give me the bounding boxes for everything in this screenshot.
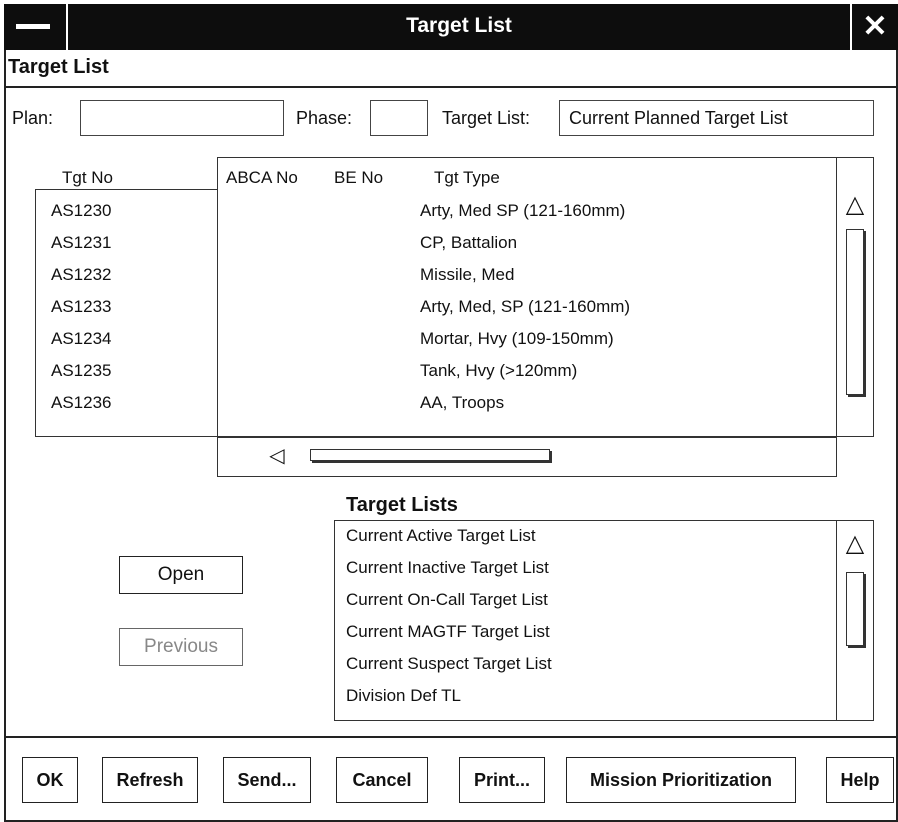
vertical-scroll-thumb[interactable] (846, 229, 864, 395)
table-row[interactable]: AS1235 Tank, Hvy (>120mm) (36, 360, 836, 392)
tgt-no-cell: AS1233 (51, 297, 112, 316)
section-title: Target List (8, 56, 109, 78)
list-item[interactable]: Current MAGTF Target List (346, 621, 826, 653)
target-list-label: Target List: (442, 108, 531, 128)
col-header-be-no[interactable]: BE No (334, 168, 383, 188)
table-row[interactable]: AS1236 AA, Troops (36, 392, 836, 424)
tgt-no-cell: AS1230 (51, 201, 112, 220)
col-header-tgt-type[interactable]: Tgt Type (434, 168, 500, 188)
tgt-no-cell: AS1236 (51, 393, 112, 412)
close-icon[interactable]: ✕ (850, 4, 898, 50)
scroll-up-icon[interactable]: △ (838, 192, 872, 218)
lists-scroll-up-icon[interactable]: △ (838, 531, 872, 557)
tgt-type-cell: AA, Troops (420, 393, 505, 412)
col-header-tgt-no[interactable]: Tgt No (62, 168, 113, 188)
list-item[interactable]: Current On-Call Target List (346, 589, 826, 621)
tgt-no-cell: AS1232 (51, 265, 112, 284)
cancel-button[interactable]: Cancel (336, 757, 428, 803)
tgt-type-cell: Mortar, Hvy (109-150mm) (420, 329, 614, 348)
window-title: Target List (406, 14, 512, 37)
open-button[interactable]: Open (119, 556, 243, 594)
phase-input[interactable] (370, 100, 428, 136)
plan-label: Plan: (12, 108, 54, 128)
list-item[interactable]: Current Inactive Target List (346, 557, 826, 589)
table-row[interactable]: AS1232 Missile, Med (36, 264, 836, 296)
send-button[interactable]: Send... (223, 757, 311, 803)
target-lists-title: Target Lists (346, 494, 458, 516)
target-list-field[interactable]: Current Planned Target List (559, 100, 874, 136)
col-header-abca-no[interactable]: ABCA No (226, 168, 298, 188)
previous-button[interactable]: Previous (119, 628, 243, 666)
list-item[interactable]: Division Def TL (346, 685, 826, 717)
horizontal-scroll-thumb[interactable] (310, 449, 550, 461)
tgt-type-cell: Arty, Med, SP (121-160mm) (420, 297, 631, 316)
tgt-no-cell: AS1231 (51, 233, 112, 252)
tgt-type-cell: Tank, Hvy (>120mm) (420, 361, 578, 380)
tgt-type-cell: Arty, Med SP (121-160mm) (420, 201, 626, 220)
help-button[interactable]: Help (826, 757, 894, 803)
table-row[interactable]: AS1234 Mortar, Hvy (109-150mm) (36, 328, 836, 360)
refresh-button[interactable]: Refresh (102, 757, 198, 803)
table-row[interactable]: AS1233 Arty, Med, SP (121-160mm) (36, 296, 836, 328)
window-menu-icon[interactable] (6, 4, 68, 50)
table-body: AS1230 Arty, Med SP (121-160mm) AS1231 C… (36, 200, 836, 424)
footer-divider (4, 736, 898, 738)
divider (4, 86, 898, 88)
target-lists-items: Current Active Target List Current Inact… (346, 525, 826, 717)
list-item[interactable]: Current Active Target List (346, 525, 826, 557)
tgt-type-cell: Missile, Med (420, 265, 515, 284)
scroll-left-icon[interactable]: ◁ (262, 443, 292, 469)
tgt-type-cell: CP, Battalion (420, 233, 518, 252)
list-item[interactable]: Current Suspect Target List (346, 653, 826, 685)
lists-scroll-thumb[interactable] (846, 572, 864, 646)
tgt-no-cell: AS1235 (51, 361, 112, 380)
ok-button[interactable]: OK (22, 757, 78, 803)
plan-input[interactable] (80, 100, 284, 136)
table-row[interactable]: AS1230 Arty, Med SP (121-160mm) (36, 200, 836, 232)
mission-prioritization-button[interactable]: Mission Prioritization (566, 757, 796, 803)
phase-label: Phase: (296, 108, 353, 128)
table-row[interactable]: AS1231 CP, Battalion (36, 232, 836, 264)
print-button[interactable]: Print... (459, 757, 545, 803)
tgt-no-cell: AS1234 (51, 329, 112, 348)
